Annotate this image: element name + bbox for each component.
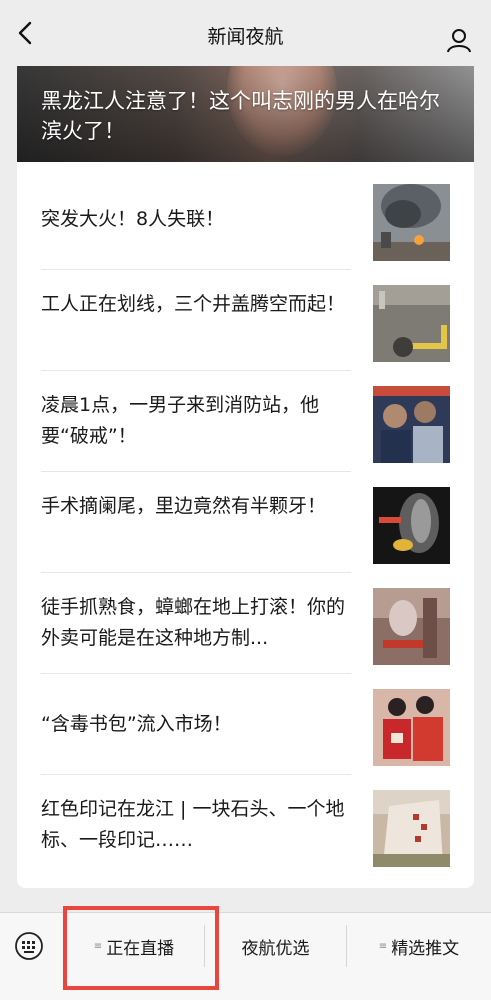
list-item[interactable]: 红色印记在龙江 | 一块石头、一个地标、一段印记…… [41,775,450,876]
list-item[interactable]: “含毒书包”流入市场！ [41,674,450,775]
article-title: 手术摘阑尾，里边竟然有半颗牙！ [41,495,327,517]
tab-label: 夜航优选 [241,938,310,959]
hero-article[interactable]: 黑龙江人注意了！这个叫志刚的男人在哈尔滨火了！ [17,66,474,162]
fire-smoke-image [373,184,450,261]
article-list-card: 黑龙江人注意了！这个叫志刚的男人在哈尔滨火了！ 突发大火！8人失联！ 工人正在划… [17,66,474,888]
article-title: 徒手抓熟食，蟑螂在地上打滚！你的外卖可能是在这种地方制... [41,596,346,649]
manhole-road-image [373,285,450,362]
highlight-box [63,906,219,990]
page-title: 新闻夜航 [207,26,284,48]
article-title: “含毒书包”流入市场！ [41,713,232,735]
list-item[interactable]: 凌晨1点，一男子来到消防站，他要“破戒”！ [41,371,450,472]
list-item[interactable]: 手术摘阑尾，里边竟然有半颗牙！ [41,472,450,573]
students-backpack-image [373,689,450,766]
list-item[interactable]: 徒手抓熟食，蟑螂在地上打滚！你的外卖可能是在这种地方制... [41,573,450,674]
menu-tab-featured[interactable]: 夜航优选 [205,913,346,979]
keyboard-icon[interactable] [14,931,44,961]
submenu-icon: ≡ [378,940,388,952]
stone-monument-image [373,790,450,867]
list-item[interactable]: 工人正在划线，三个井盖腾空而起！ [41,270,450,371]
menu-tab-selected-posts[interactable]: ≡ 精选推文 [347,913,491,979]
list-item[interactable]: 突发大火！8人失联！ [41,169,450,270]
xray-scan-image [373,487,450,564]
tab-label: 精选推文 [391,938,460,959]
article-title: 凌晨1点，一男子来到消防站，他要“破戒”！ [41,394,320,447]
navigation-bar: 新闻夜航 [0,0,491,66]
hero-headline: 黑龙江人注意了！这个叫志刚的男人在哈尔滨火了！ [41,89,440,143]
user-icon[interactable] [445,26,473,54]
kitchen-image [373,588,450,665]
firefighters-image [373,386,450,463]
article-title: 工人正在划线，三个井盖腾空而起！ [41,293,346,315]
article-title: 红色印记在龙江 | 一块石头、一个地标、一段印记…… [41,798,345,851]
article-title: 突发大火！8人失联！ [41,208,225,230]
